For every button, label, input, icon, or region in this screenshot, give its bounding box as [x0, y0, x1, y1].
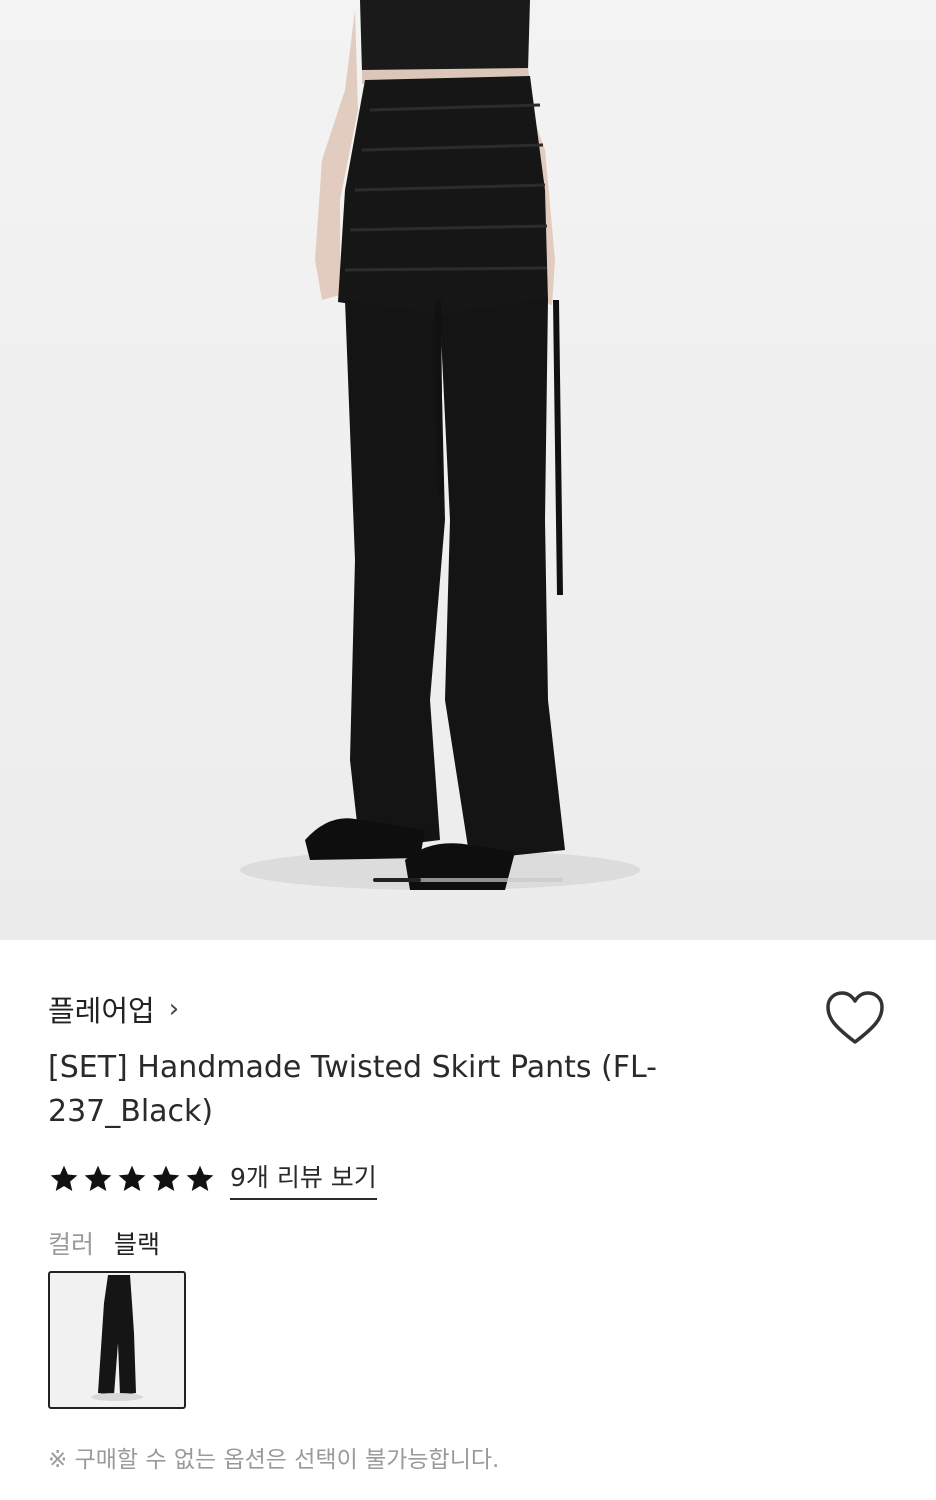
- brand-link[interactable]: 플레어업 ›: [48, 988, 179, 1030]
- brand-name: 플레어업: [48, 994, 155, 1028]
- thumbnail-black-pants-icon: [91, 1275, 143, 1401]
- color-option-row: 컬러 블랙: [48, 1225, 160, 1261]
- carousel-indicator: [373, 878, 563, 882]
- rating-row: 9개 리뷰 보기: [48, 1158, 377, 1200]
- product-title: [SET] Handmade Twisted Skirt Pants (FL-2…: [48, 1050, 657, 1129]
- star-icon: [186, 1165, 214, 1191]
- star-icon: [118, 1165, 146, 1191]
- review-link[interactable]: 9개 리뷰 보기: [230, 1158, 377, 1200]
- heart-outline-icon: [826, 991, 884, 1044]
- color-swatch-black[interactable]: [48, 1271, 186, 1409]
- star-icon: [84, 1165, 112, 1191]
- chevron-right-icon: ›: [168, 994, 180, 1024]
- carousel-indicator-active: [373, 878, 421, 882]
- product-image[interactable]: [0, 0, 936, 940]
- color-value: 블랙: [114, 1230, 161, 1259]
- option-notice: ※ 구매할 수 없는 옵션은 선택이 불가능합니다.: [48, 1447, 500, 1473]
- star-rating: [48, 1163, 216, 1195]
- product-photo: [240, 0, 640, 890]
- color-label: 컬러: [48, 1230, 95, 1259]
- wishlist-button[interactable]: [824, 990, 886, 1046]
- star-icon: [50, 1165, 78, 1191]
- star-icon: [152, 1165, 180, 1191]
